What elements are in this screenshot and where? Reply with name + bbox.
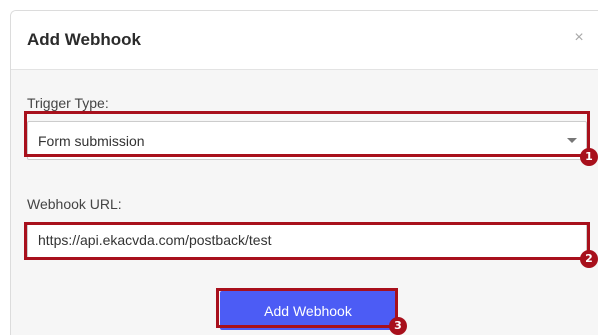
webhook-url-input[interactable] xyxy=(27,222,587,258)
close-icon[interactable]: × xyxy=(569,28,589,48)
trigger-type-value: Form submission xyxy=(38,133,145,149)
webhook-url-label: Webhook URL: xyxy=(27,196,122,212)
trigger-type-label: Trigger Type: xyxy=(27,95,109,111)
dialog-body: Trigger Type: Form submission Webhook UR… xyxy=(11,70,598,335)
step-badge-2: 2 xyxy=(580,250,598,268)
add-webhook-dialog: Add Webhook × Trigger Type: Form submiss… xyxy=(10,10,598,335)
chevron-down-icon xyxy=(567,138,577,143)
dialog-title: Add Webhook xyxy=(27,30,141,49)
add-webhook-button[interactable]: Add Webhook xyxy=(220,291,396,330)
trigger-type-select[interactable]: Form submission xyxy=(27,121,587,160)
dialog-header: Add Webhook × xyxy=(11,11,598,70)
step-badge-3: 3 xyxy=(389,317,407,335)
step-badge-1: 1 xyxy=(580,148,598,166)
